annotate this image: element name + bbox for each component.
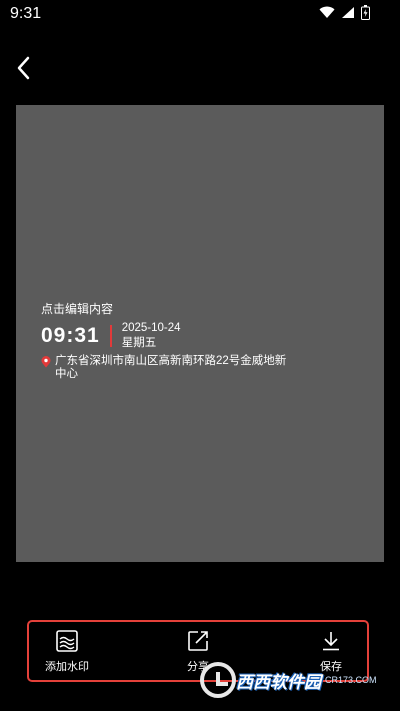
site-logo-icon [200,662,236,698]
watermark-weekday: 星期五 [121,337,157,349]
location-pin-icon [41,356,51,368]
download-icon [323,632,339,651]
share-icon [188,631,208,651]
site-url: CR173.COM [325,675,377,685]
watermark-time-row: 09:31 2025-10-24 星期五 [41,321,291,351]
watermark-location-row: 广东省深圳市南山区高新南环路22号金威地新中心 [41,355,291,381]
watermark-block[interactable]: 点击编辑内容 09:31 2025-10-24 星期五 广东省深圳市南山区高新南… [41,300,291,381]
watermark-date-block: 2025-10-24 星期五 [122,321,181,351]
status-bar: 9:31 [0,0,400,28]
wifi-icon [319,6,335,18]
watermark-location: 广东省深圳市南山区高新南环路22号金威地新中心 [55,355,287,380]
signal-icon [342,7,354,18]
add-watermark-button[interactable]: 添加水印 [45,630,89,674]
watermark-date: 2025-10-24 [121,322,181,334]
site-name: 西西软件园 [236,672,321,692]
status-icons [319,5,370,20]
watermark-separator [109,325,112,347]
battery-icon [361,5,370,20]
status-time: 9:31 [10,5,42,22]
add-watermark-label: 添加水印 [45,661,89,673]
watermark-time: 09:31 [41,324,100,347]
waves-icon [56,630,78,652]
site-watermark-overlay: 西西软件园 CR173.COM [200,660,380,700]
chevron-left-icon [17,56,30,80]
watermark-edit-hint[interactable]: 点击编辑内容 [41,300,291,317]
back-button[interactable] [10,54,36,82]
